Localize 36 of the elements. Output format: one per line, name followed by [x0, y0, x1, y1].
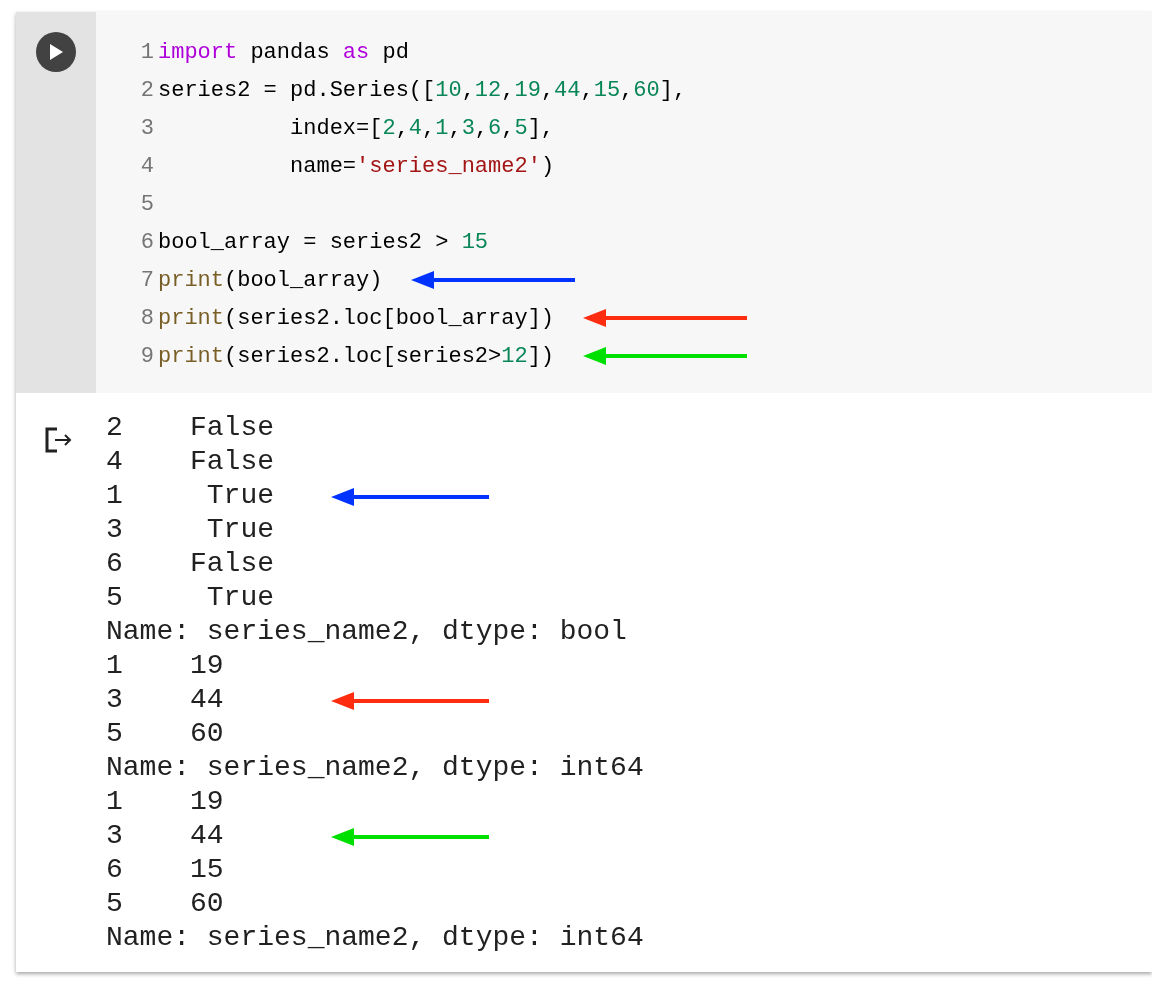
- line-number: 8: [139, 304, 155, 333]
- code-line: import pandas as pd: [158, 38, 409, 67]
- line-number: 7: [139, 266, 155, 295]
- output-line: 3 44: [106, 819, 224, 853]
- line-number: 4: [139, 152, 155, 181]
- code-line: print(series2.loc[series2>12]): [158, 342, 555, 371]
- output-line: 1 19: [106, 649, 224, 683]
- output-line: 2 False: [106, 411, 275, 445]
- run-button[interactable]: [36, 32, 76, 72]
- play-icon: [48, 43, 64, 61]
- line-number: 2: [139, 76, 155, 105]
- output-line: Name: series_name2, dtype: bool: [106, 615, 627, 649]
- output-line: 1 True: [106, 479, 275, 513]
- output-line: 4 False: [106, 445, 275, 479]
- output-line: 1 19: [106, 785, 224, 819]
- code-line: index=[2,4,1,3,6,5],: [289, 114, 555, 143]
- output-line: Name: series_name2, dtype: int64: [106, 921, 644, 955]
- code-line: series2 = pd.Series([10,12,19,44,15,60],: [158, 76, 687, 105]
- code-line: name='series_name2'): [289, 152, 555, 181]
- line-number: 9: [139, 342, 155, 371]
- output-line: 6 15: [106, 853, 224, 887]
- output-line: 6 False: [106, 547, 275, 581]
- code-line: print(series2.loc[bool_array]): [158, 304, 555, 333]
- line-number: 3: [139, 114, 155, 143]
- code-line: bool_array = series2 > 15: [158, 228, 489, 257]
- line-number: 5: [139, 190, 155, 219]
- output-icon: [44, 426, 74, 453]
- output-line: 5 60: [106, 717, 224, 751]
- code-line: print(bool_array): [158, 266, 383, 295]
- output-line: 5 60: [106, 887, 224, 921]
- output-line: Name: series_name2, dtype: int64: [106, 751, 644, 785]
- output-line: 3 44: [106, 683, 224, 717]
- line-number: 6: [139, 228, 155, 257]
- output-line: 5 True: [106, 581, 275, 615]
- line-number: 1: [139, 38, 155, 67]
- output-line: 3 True: [106, 513, 275, 547]
